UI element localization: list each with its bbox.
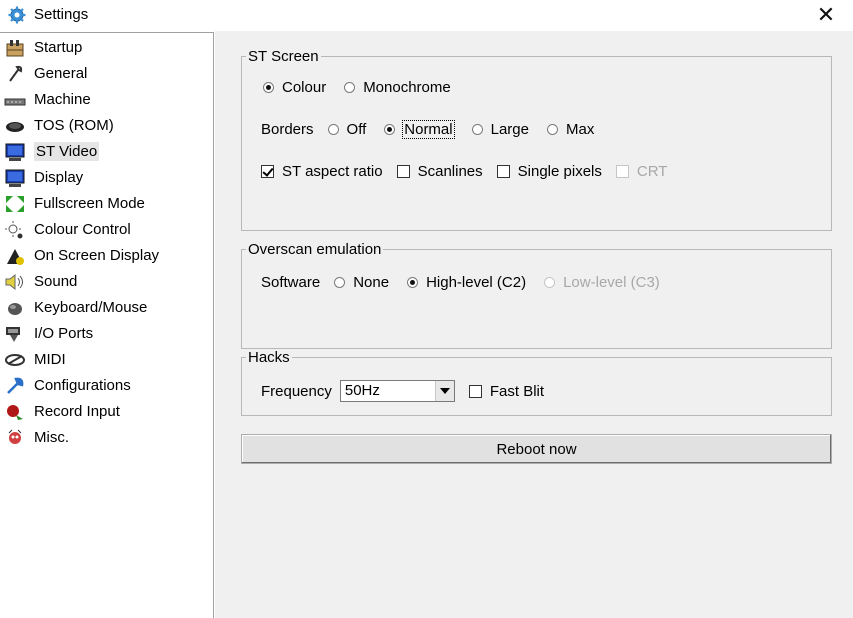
st-aspect-ratio-label: ST aspect ratio: [282, 163, 383, 180]
single-pixels-checkbox[interactable]: [496, 165, 510, 178]
monochrome-radio[interactable]: [344, 82, 356, 93]
sidebar-item-midi[interactable]: MIDI: [0, 347, 66, 372]
sidebar-item-label: TOS (ROM): [34, 117, 114, 134]
sidebar-item-general[interactable]: General: [0, 61, 87, 86]
crt-checkbox[interactable]: [615, 165, 629, 178]
aspect-row: ST aspect ratio Scanlines Single pixels …: [261, 163, 667, 180]
sidebar-item-label: On Screen Display: [34, 247, 160, 264]
sidebar-item-startup[interactable]: Startup: [0, 35, 82, 60]
sidebar-item-label: Machine: [34, 91, 91, 108]
sidebar-item-label: Record Input: [34, 403, 120, 420]
single-pixels-label: Single pixels: [517, 163, 602, 180]
sidebar-item-record-input[interactable]: Record Input: [0, 399, 120, 424]
borders-label: Borders: [261, 121, 314, 138]
sidebar-item-label: ST Video: [34, 142, 100, 161]
fast-blit-checkbox[interactable]: [468, 384, 482, 398]
frequency-value: 50Hz: [344, 382, 380, 399]
overscan-low-level-radio[interactable]: [544, 277, 556, 288]
sidebar-item-sound[interactable]: Sound: [0, 269, 77, 294]
borders-max-label: Max: [565, 121, 595, 138]
sidebar-item-label: General: [34, 65, 88, 82]
sidebar-item-label: Fullscreen Mode: [34, 195, 145, 212]
window-title: Settings: [34, 6, 89, 23]
chip-icon: [6, 121, 24, 132]
overscan-none-label: None: [353, 274, 390, 291]
borders-off-label: Off: [346, 121, 367, 138]
sidebar-item-tos-rom[interactable]: TOS (ROM): [0, 113, 114, 138]
midi-icon: [5, 353, 25, 366]
close-button[interactable]: ✕: [813, 2, 839, 28]
overscan-high-level-radio[interactable]: [407, 277, 419, 288]
sidebar-item-st-video[interactable]: ST Video: [0, 139, 100, 164]
monochrome-label: Monochrome: [363, 79, 451, 96]
sidebar-item-machine[interactable]: Machine: [0, 87, 91, 112]
machine-icon: [4, 98, 26, 105]
sidebar-item-label: Keyboard/Mouse: [34, 299, 148, 316]
group-title: Hacks: [248, 349, 290, 366]
sidebar-item-label: Configurations: [34, 377, 131, 394]
borders-off-radio[interactable]: [327, 124, 339, 135]
chevron-down-icon[interactable]: [434, 381, 454, 401]
st-aspect-ratio-checkbox[interactable]: [261, 165, 274, 178]
sidebar-item-fullscreen-mode[interactable]: Fullscreen Mode: [0, 191, 145, 216]
software-row: Software None High-level (C2) Low-level …: [261, 274, 660, 291]
group-title: ST Screen: [248, 48, 319, 65]
frequency-row: Frequency 50Hz Fast Blit: [261, 380, 544, 402]
record-icon: [7, 404, 23, 420]
monitor-icon: [5, 143, 25, 161]
sidebar-item-label: I/O Ports: [34, 325, 94, 342]
borders-normal-radio[interactable]: [384, 124, 396, 135]
sidebar-item-display[interactable]: Display: [0, 165, 83, 190]
gear-icon: [8, 6, 26, 24]
colour-icon: [5, 220, 23, 238]
sidebar-item-keyboard-mouse[interactable]: Keyboard/Mouse: [0, 295, 147, 320]
st-screen-group: ST Screen: [241, 48, 832, 231]
sidebar-item-io-ports[interactable]: I/O Ports: [0, 321, 93, 346]
reboot-now-button[interactable]: Reboot now: [241, 434, 832, 464]
misc-icon: [8, 429, 22, 444]
sidebar-item-label: Sound: [34, 273, 78, 290]
colour-label: Colour: [282, 79, 327, 96]
borders-large-radio[interactable]: [471, 124, 483, 135]
sidebar: Startup General Machine TOS (ROM) ST Vid…: [0, 32, 214, 618]
sidebar-item-label: Colour Control: [34, 221, 131, 238]
crt-label: CRT: [636, 163, 668, 180]
overscan-group: Overscan emulation: [241, 241, 832, 349]
fullscreen-icon: [6, 195, 24, 212]
configurations-icon: [7, 377, 24, 394]
overscan-low-level-label: Low-level (C3): [563, 274, 660, 291]
borders-max-radio[interactable]: [546, 124, 558, 135]
overscan-high-level-label: High-level (C2): [426, 274, 527, 291]
borders-normal-label: Normal: [402, 120, 455, 139]
software-label: Software: [261, 274, 321, 291]
sidebar-item-configurations[interactable]: Configurations: [0, 373, 131, 398]
sidebar-item-label: MIDI: [34, 351, 66, 368]
overscan-none-radio[interactable]: [334, 277, 346, 288]
borders-large-label: Large: [490, 121, 529, 138]
scanlines-label: Scanlines: [417, 163, 483, 180]
wrench-icon: [9, 65, 23, 82]
startup-icon: [6, 39, 24, 56]
borders-row: Borders Off Normal Large Max: [261, 120, 595, 139]
frequency-label: Frequency: [261, 382, 332, 400]
mouse-icon: [8, 302, 22, 315]
monitor-icon: [5, 169, 25, 187]
settings-panel: ST Screen Colour Monochrome Borders Off …: [215, 31, 853, 618]
sidebar-item-misc[interactable]: Misc.: [0, 425, 69, 450]
sidebar-item-on-screen-display[interactable]: On Screen Display: [0, 243, 159, 268]
sidebar-item-label: Display: [34, 169, 84, 186]
colour-radio[interactable]: [263, 82, 274, 93]
speaker-icon: [5, 273, 23, 290]
osd-icon: [7, 248, 24, 265]
title-bar: Settings ✕: [0, 0, 853, 30]
colour-mode-row: Colour Monochrome: [263, 79, 451, 96]
sidebar-item-label: Startup: [34, 39, 83, 56]
fast-blit-label: Fast Blit: [489, 382, 545, 400]
sidebar-item-colour-control[interactable]: Colour Control: [0, 217, 131, 242]
scanlines-checkbox[interactable]: [396, 165, 410, 178]
sidebar-item-label: Misc.: [34, 429, 69, 446]
frequency-select[interactable]: 50Hz: [339, 380, 455, 402]
group-title: Overscan emulation: [248, 241, 382, 258]
ports-icon: [6, 326, 20, 342]
